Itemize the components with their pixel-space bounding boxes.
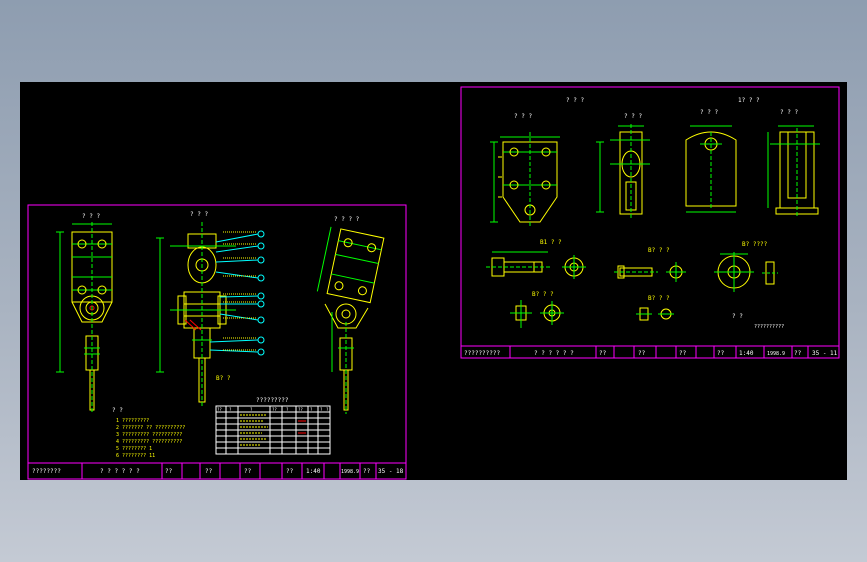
cad-drawing-canvas[interactable]: ? ? ? ? ? ? ? ? ? ? B? ? ????????? ? ? 1… — [20, 82, 847, 480]
left-tb-scale: 1:40 — [306, 468, 321, 475]
bom-header-6: ?? — [298, 407, 303, 412]
right-bolt-detail — [486, 251, 586, 279]
left-view-title-2: ? ? ? — [190, 211, 208, 218]
bom-header-4: ?? — [272, 407, 277, 412]
left-tb-drawing-name: ???????? — [32, 468, 61, 475]
drawing-annotations: ? ? ? ? ? ? ? ? ? ? B? ? ????????? ? ? 1… — [32, 97, 838, 475]
right-tb-cell-5: ?? — [794, 350, 802, 357]
note-2: 2 ??????? ?? ?????????? — [116, 425, 185, 431]
right-note-text: ?????????? — [754, 324, 784, 330]
right-tb-drawing-name: ?????????? — [464, 350, 501, 357]
right-pin-detail — [614, 262, 686, 282]
right-bracket-view — [767, 125, 820, 218]
right-small-parts — [510, 300, 674, 328]
left-tb-title: ? ? ? ? ? ? — [100, 468, 140, 475]
bom-header-9: ? — [326, 407, 329, 412]
note-6: 6 ???????? 11 — [116, 453, 155, 459]
right-link-view — [685, 125, 737, 213]
note-4: 4 ????????? ?????????? — [116, 439, 182, 445]
right-tb-date: 1998.9 — [767, 351, 785, 357]
left-view-title-3: ? ? ? ? — [334, 216, 360, 223]
right-tb-cell-4: ?? — [717, 350, 725, 357]
right-view-title-1: ? ? ? — [566, 97, 584, 104]
right-detail-label-1: B1 ? ? — [540, 239, 562, 246]
left-tb-cell-1: ?? — [165, 468, 173, 475]
left-tb-cell-4: ?? — [286, 468, 294, 475]
right-tb-number: 35 - 11 — [812, 350, 838, 357]
left-side-view — [156, 222, 265, 407]
bom-header-7: ? — [310, 407, 313, 412]
right-clevis-view — [596, 124, 650, 220]
right-drawing-sheet — [460, 86, 840, 359]
left-front-view — [56, 222, 113, 412]
right-detail-label-2: B? ? ? — [648, 247, 670, 254]
right-view-title-3: ? ? ? — [624, 113, 642, 120]
right-tb-cell-1: ?? — [599, 350, 607, 357]
bom-header-3: ? — [250, 407, 253, 412]
left-tb-cell-2: ?? — [205, 468, 213, 475]
left-sub-label: B? ? — [216, 375, 231, 382]
right-tb-title: ? ? ? ? ? ? — [534, 350, 574, 357]
right-tb-scale: 1:40 — [739, 350, 754, 357]
right-tb-cell-3: ?? — [679, 350, 687, 357]
right-view-title-5: 1? ? ? — [738, 97, 760, 104]
bom-title: ????????? — [256, 397, 289, 404]
bom-table — [215, 405, 331, 455]
left-tb-cell-3: ?? — [244, 468, 252, 475]
right-view-title-4: ? ? ? — [700, 109, 718, 116]
right-view-title-6: ? ? ? — [780, 109, 798, 116]
note-3: 3 ????????? ?????????? — [116, 432, 182, 438]
right-detail-label-3: B? ???? — [742, 241, 768, 248]
left-tb-date: 1998.9 — [341, 469, 359, 475]
bom-header-8: ? — [320, 407, 323, 412]
right-view-title-2: ? ? ? — [514, 113, 532, 120]
bom-header-5: ? — [286, 407, 289, 412]
right-tb-cell-2: ?? — [638, 350, 646, 357]
note-5: 5 ???????? 1 — [116, 446, 152, 452]
right-note-mark: ? ? — [732, 313, 743, 320]
right-washer-detail — [714, 252, 778, 292]
left-rotated-view — [316, 226, 385, 414]
left-tb-cell-5: ?? — [363, 468, 371, 475]
left-tb-number: 35 - 18 — [378, 468, 404, 475]
right-detail-label-4: B? ? ? — [532, 291, 554, 298]
bom-header-1: ?? — [217, 407, 222, 412]
note-1: 1 ????????? — [116, 418, 149, 424]
left-view-title-1: ? ? ? — [82, 213, 100, 220]
right-detail-label-5: B? ? ? — [648, 295, 670, 302]
right-plate-view — [490, 132, 560, 227]
bom-header-2: ? — [229, 407, 232, 412]
notes-title: ? ? — [112, 407, 123, 414]
